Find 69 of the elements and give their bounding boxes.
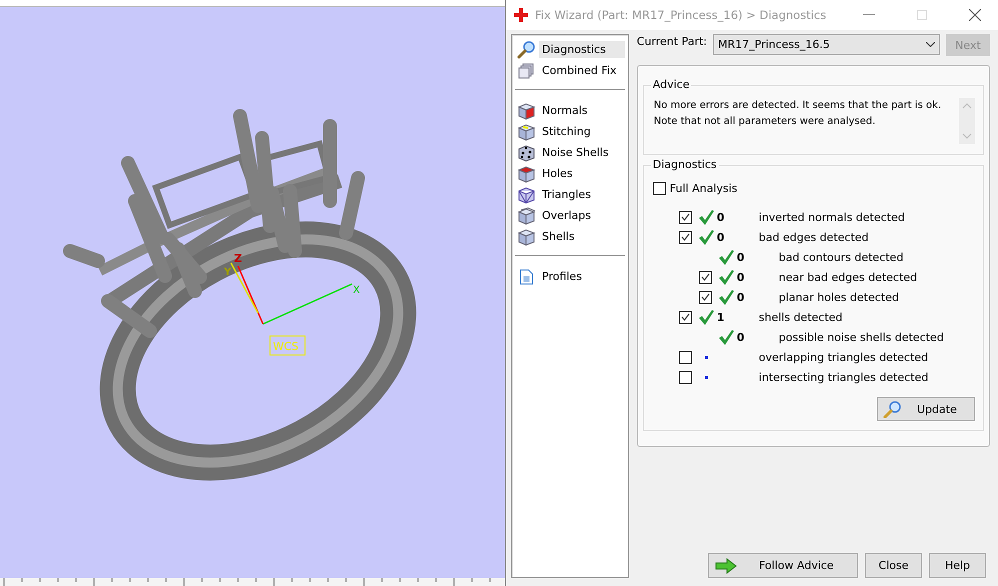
cross-icon (514, 8, 528, 22)
issue-count: 0 (716, 210, 726, 224)
dialog-button[interactable]: Follow Advice (708, 553, 858, 578)
issue-count: 0 (736, 290, 746, 304)
stacked-pages-icon (517, 62, 536, 78)
sidebar-item[interactable]: Overlaps (539, 207, 594, 224)
cube-icon (517, 122, 536, 140)
advice-text: No more errors are detected. It seems that the part is ok. Note that not all parameters were analysed. (654, 99, 942, 129)
cube-icon (517, 102, 536, 120)
minimize-icon[interactable] (863, 14, 875, 16)
cube-icon (517, 164, 536, 182)
part-dropdown[interactable]: MR17_Princess_16.5 (713, 34, 940, 55)
diagnostic-label: bad edges detected (758, 230, 869, 244)
check-icon (680, 313, 690, 321)
diagnostic-label: overlapping triangles detected (758, 350, 928, 364)
sidebar-item[interactable]: Combined Fix (539, 62, 620, 79)
diagnostic-label: near bad edges detected (778, 270, 918, 284)
wcs-label: WCS (270, 336, 306, 356)
sidebar-item[interactable]: Normals (539, 102, 591, 119)
group-title: Advice (650, 78, 692, 91)
sidebar-item[interactable]: Profiles (539, 268, 585, 285)
chevron-down-icon (926, 42, 935, 47)
issue-count: 0 (736, 330, 746, 344)
dice-icon (517, 144, 536, 162)
check-icon (700, 293, 710, 301)
check-icon (680, 233, 690, 241)
checkbox[interactable] (678, 350, 692, 364)
wireframe-cube-icon (517, 186, 536, 204)
group-title: Diagnostics (650, 158, 719, 171)
issue-count: 0 (736, 250, 746, 264)
sidebar-item[interactable]: Shells (539, 228, 578, 245)
sidebar-item[interactable]: Noise Shells (539, 144, 612, 161)
issue-count: 0 (736, 270, 746, 284)
checkbox[interactable] (678, 230, 692, 244)
field-label: Current Part: (636, 34, 707, 50)
sidebar-item[interactable]: Diagnostics (539, 41, 625, 58)
checkbox[interactable] (678, 370, 692, 384)
coordinate-axes-drawing: X Y Z (224, 252, 360, 325)
checkbox[interactable] (698, 270, 712, 284)
diagnostic-label: planar holes detected (778, 290, 899, 304)
dialog-button[interactable]: Help (929, 553, 986, 578)
close-icon[interactable] (969, 9, 981, 21)
checkbox[interactable] (678, 310, 692, 324)
checkbox-label: Full Analysis (670, 182, 738, 194)
diagnostic-label: inverted normals detected (758, 210, 905, 224)
document-icon (517, 268, 536, 284)
check-icon (680, 213, 690, 221)
sidebar-item[interactable]: Holes (539, 165, 576, 182)
checkbox[interactable] (652, 182, 666, 194)
update-button[interactable]: Update (877, 397, 975, 421)
checkbox[interactable] (698, 290, 712, 304)
issue-count: 1 (716, 310, 726, 324)
sidebar-item[interactable]: Stitching (539, 123, 594, 140)
scrollbar[interactable] (959, 98, 975, 144)
diagnostic-label: intersecting triangles detected (758, 370, 928, 384)
issue-count: 0 (716, 230, 726, 244)
window-title: Fix Wizard (Part: MR17_Princess_16) > Diagnostics (535, 8, 828, 22)
diagnostic-label: bad contours detected (778, 250, 904, 264)
dialog-button[interactable]: Close (865, 553, 922, 578)
sidebar-item[interactable]: Triangles (539, 186, 594, 203)
check-icon (700, 273, 710, 281)
checkbox[interactable] (678, 210, 692, 224)
cube-icon (517, 206, 536, 224)
diagnostic-label: shells detected (758, 310, 843, 324)
search-icon (883, 400, 903, 418)
diagnostic-label: possible noise shells detected (778, 330, 944, 344)
search-icon (517, 40, 536, 58)
cube-icon (517, 228, 536, 246)
arrow-right-icon (715, 558, 737, 574)
